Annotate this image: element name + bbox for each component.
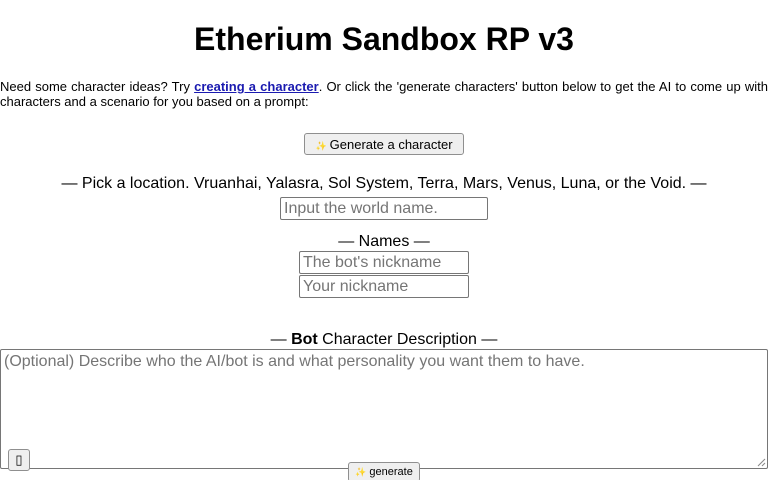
sparkle-icon: ✨ — [355, 467, 367, 477]
bot-description-label-suffix: Character Description — — [317, 331, 498, 348]
user-nickname-input[interactable] — [299, 275, 469, 298]
bot-description-textarea[interactable] — [0, 349, 768, 469]
generate-button-label: generate — [369, 466, 413, 478]
sparkle-icon: ✨ — [315, 140, 327, 151]
intro-paragraph: Need some character ideas? Try creating … — [0, 79, 768, 109]
location-label: — Pick a location. Vruanhai, Yalasra, So… — [61, 175, 707, 192]
generate-button[interactable]: ✨ generate — [348, 462, 420, 480]
page-title: Etherium Sandbox RP v3 — [194, 21, 574, 57]
resize-handle-icon[interactable] — [757, 458, 766, 467]
bot-description-label-prefix: — — [270, 331, 292, 348]
generate-a-character-button[interactable]: ✨ Generate a character — [304, 133, 464, 155]
missing-glyph-icon: ▯ — [15, 452, 23, 467]
generate-a-character-label: Generate a character — [329, 136, 453, 152]
intro-text-before: Need some character ideas? Try — [0, 79, 195, 94]
page: Etherium Sandbox RP v3 Need some charact… — [0, 0, 768, 480]
small-icon-button[interactable]: ▯ — [8, 449, 30, 471]
creating-a-character-link[interactable]: creating a character — [194, 79, 319, 94]
names-label: — Names — — [338, 233, 430, 250]
world-name-input[interactable] — [280, 197, 488, 220]
bot-description-label-bold: Bot — [291, 331, 318, 348]
bot-description-label: — Bot Character Description — — [0, 330, 768, 349]
bot-nickname-input[interactable] — [299, 251, 469, 274]
